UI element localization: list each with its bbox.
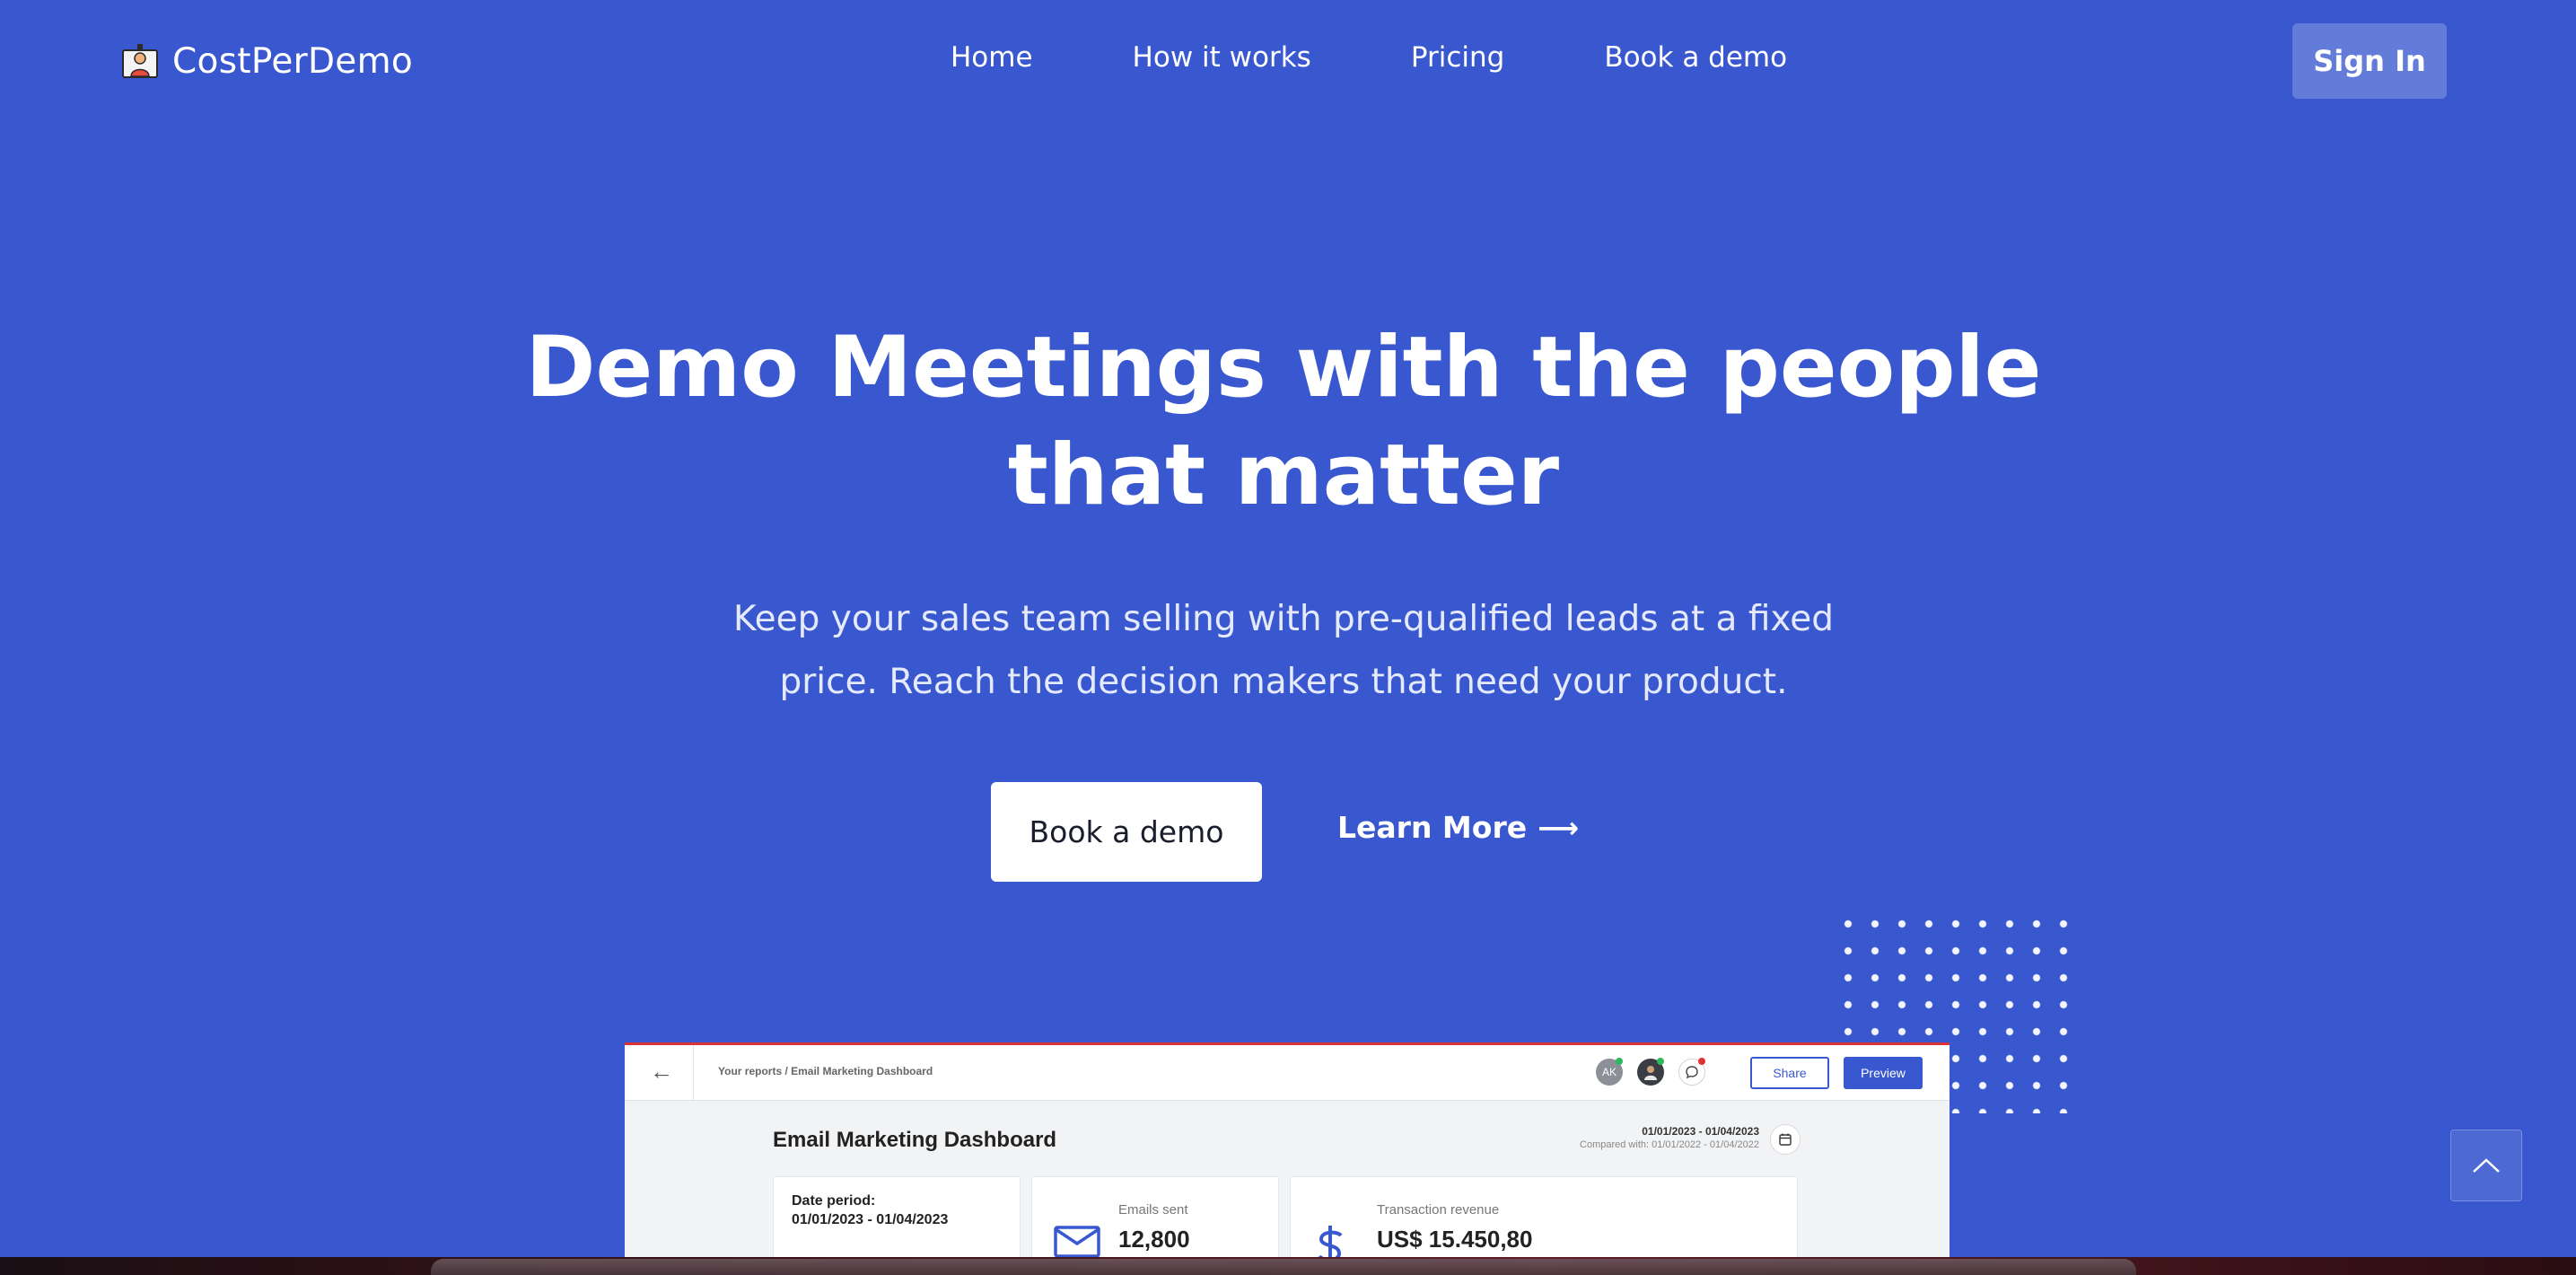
learn-more-label: Learn More <box>1337 810 1528 845</box>
preview-topbar: ← Your reports / Email Marketing Dashboa… <box>625 1045 1950 1101</box>
nav-link-how-it-works[interactable]: How it works <box>1133 41 1311 74</box>
book-demo-button[interactable]: Book a demo <box>991 782 1262 882</box>
brand-logo[interactable]: CostPerDemo <box>120 41 413 82</box>
nav-link-home[interactable]: Home <box>951 41 1033 74</box>
hero-title-line-1: Demo Meetings with the people <box>525 319 2042 417</box>
top-navbar: CostPerDemo Home How it works Pricing Bo… <box>0 0 2576 121</box>
brand-name: CostPerDemo <box>172 41 414 82</box>
date-range-current: 01/01/2023 - 01/04/2023 <box>1642 1125 1759 1138</box>
date-range-compared: Compared with: 01/01/2022 - 01/04/2022 <box>1580 1139 1759 1150</box>
calendar-icon <box>1779 1133 1792 1146</box>
nav-link-book-a-demo[interactable]: Book a demo <box>1604 41 1787 74</box>
nav-link-pricing[interactable]: Pricing <box>1411 41 1505 74</box>
avatar-initials: AK <box>1601 1066 1617 1078</box>
online-status-dot <box>1616 1058 1623 1065</box>
online-status-dot <box>1657 1058 1664 1065</box>
date-range: 01/01/2023 - 01/04/2023 Compared with: 0… <box>1522 1125 1759 1150</box>
presenter-icon <box>122 43 158 78</box>
emails-sent-label: Emails sent <box>1118 1202 1188 1218</box>
scroll-to-top-button[interactable] <box>2450 1130 2522 1201</box>
sign-in-button[interactable]: Sign In <box>2292 23 2447 99</box>
chat-icon <box>1686 1066 1698 1079</box>
main-nav: Home How it works Pricing Book a demo <box>951 41 1787 74</box>
taskbar-edge <box>431 1259 2136 1275</box>
user-photo-icon <box>1644 1066 1657 1080</box>
calendar-button <box>1770 1124 1801 1155</box>
learn-more-link[interactable]: Learn More ⟶ <box>1337 810 1579 845</box>
transaction-revenue-label: Transaction revenue <box>1377 1202 1500 1218</box>
dashboard-preview: ← Your reports / Email Marketing Dashboa… <box>625 1042 1950 1275</box>
transaction-revenue-value: US$ 15.450,80 <box>1377 1226 1533 1253</box>
dashboard-title: Email Marketing Dashboard <box>773 1128 1057 1152</box>
arrow-right-icon: ⟶ <box>1538 810 1579 845</box>
hero-title: Demo Meetings with the people that matte… <box>449 314 2118 530</box>
breadcrumb: Your reports / Email Marketing Dashboard <box>718 1065 933 1077</box>
notification-dot <box>1698 1058 1705 1065</box>
hero-title-line-2: that matter <box>1007 426 1560 524</box>
preview-button: Preview <box>1844 1057 1923 1089</box>
hero-subtitle-line-1: Keep your sales team selling with pre-qu… <box>732 599 1835 639</box>
hero-subtitle-line-2: price. Reach the decision makers that ne… <box>779 662 1788 702</box>
chevron-up-icon <box>2473 1158 2500 1173</box>
hero-subtitle: Keep your sales team selling with pre-qu… <box>682 588 1885 714</box>
share-button: Share <box>1750 1057 1829 1089</box>
back-arrow-icon: ← <box>650 1058 673 1085</box>
envelope-icon <box>1054 1226 1100 1258</box>
divider <box>693 1045 694 1101</box>
date-period-label: Date period: <box>792 1193 876 1209</box>
date-period-value: 01/01/2023 - 01/04/2023 <box>792 1212 949 1227</box>
emails-sent-value: 12,800 <box>1118 1226 1190 1253</box>
